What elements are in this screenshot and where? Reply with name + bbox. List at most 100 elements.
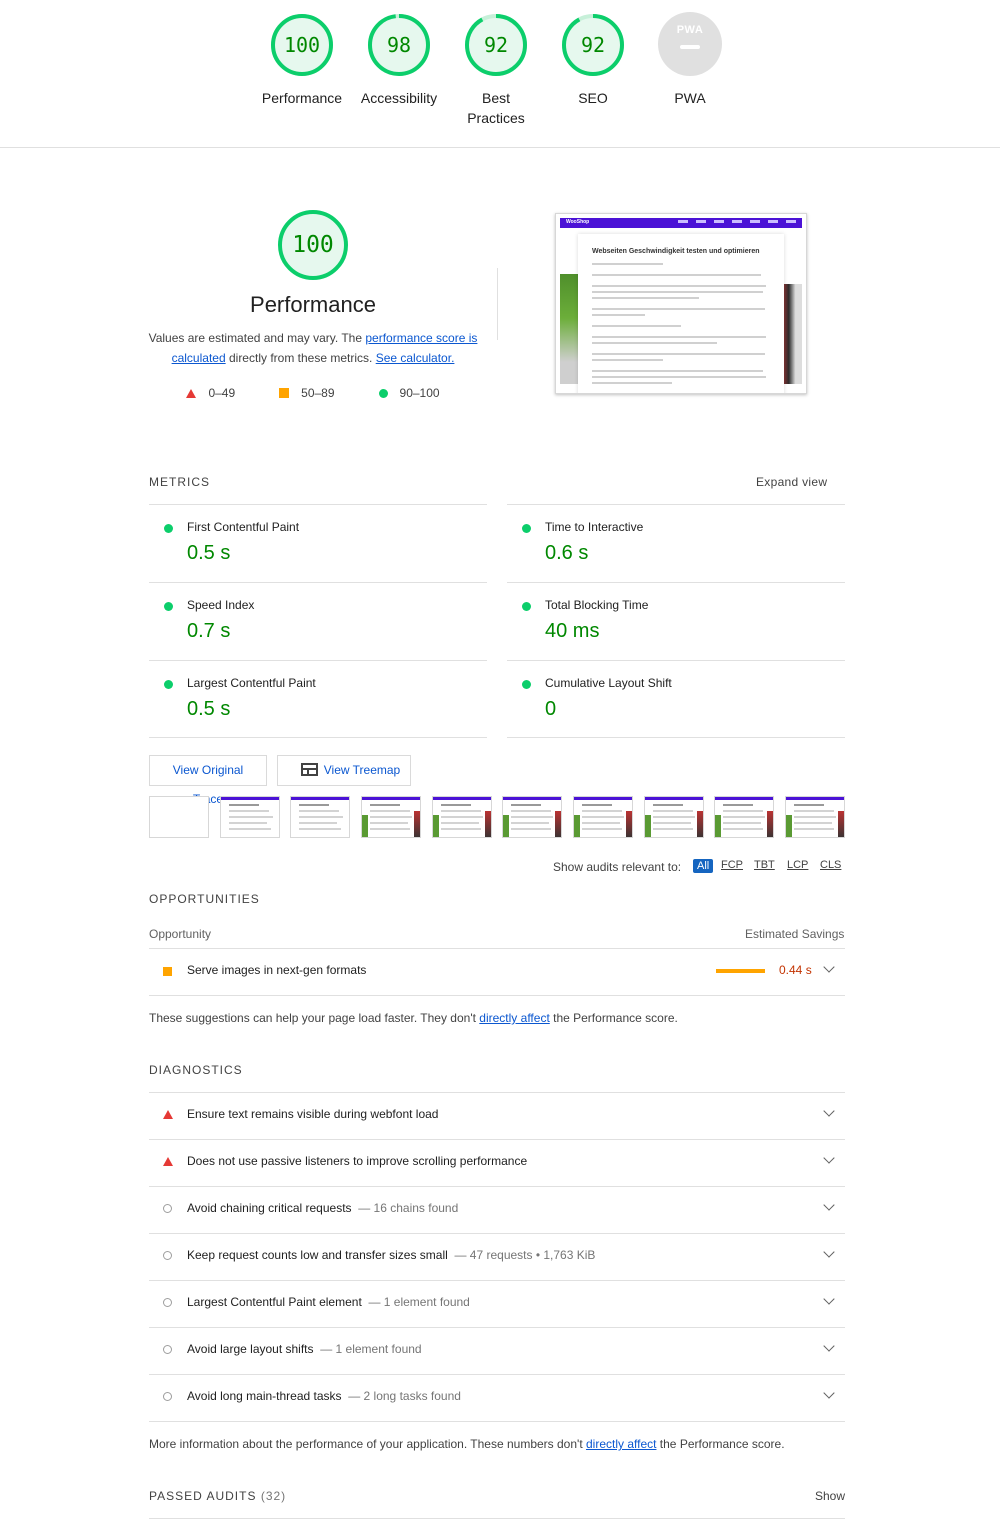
- metric-value: 0.5 s: [187, 542, 231, 564]
- filmstrip-frame: [714, 796, 774, 838]
- info-circle-icon: [163, 1392, 172, 1401]
- chevron-down-icon[interactable]: [823, 1387, 835, 1399]
- gauge-seo[interactable]: 92 SEO: [545, 12, 641, 108]
- diagnostic-row[interactable]: Ensure text remains visible during webfo…: [149, 1092, 845, 1138]
- divider: [149, 737, 487, 738]
- metric-value: 0: [545, 698, 557, 720]
- filter-chip-fcp[interactable]: FCP: [721, 859, 743, 871]
- opportunities-title: OPPORTUNITIES: [149, 892, 260, 906]
- savings-column-header: Estimated Savings: [745, 927, 845, 941]
- diagnostic-row[interactable]: Does not use passive listeners to improv…: [149, 1139, 845, 1185]
- gauge-accessibility[interactable]: 98 Accessibility: [351, 12, 447, 108]
- legend-fail: 0–49: [186, 386, 235, 400]
- pass-circle-icon: [164, 602, 173, 611]
- view-original-trace-button[interactable]: View Original Trace: [149, 755, 267, 806]
- pass-circle-icon: [522, 680, 531, 689]
- description-text: Values are estimated and may vary. The: [148, 331, 366, 345]
- legend-label: 90–100: [399, 386, 440, 400]
- fail-triangle-icon: [163, 1157, 173, 1166]
- gauge-performance[interactable]: 100 Performance: [254, 12, 350, 108]
- expand-view-toggle[interactable]: Expand view: [756, 475, 827, 489]
- legend-label: 50–89: [301, 386, 335, 400]
- metric-value: 0.6 s: [545, 542, 589, 564]
- gauge-ring: 100: [269, 12, 335, 78]
- chevron-down-icon[interactable]: [823, 961, 835, 973]
- chevron-down-icon[interactable]: [823, 1293, 835, 1305]
- diagnostic-row[interactable]: Avoid chaining critical requests — 16 ch…: [149, 1186, 845, 1232]
- directly-affect-link[interactable]: directly affect: [586, 1437, 656, 1451]
- average-square-icon: [279, 388, 290, 398]
- final-screenshot[interactable]: WooShop Webseiten Geschwindigkeit testen…: [555, 213, 807, 394]
- chevron-down-icon[interactable]: [823, 1152, 835, 1164]
- thumb-heading: Webseiten Geschwindigkeit testen und opt…: [592, 248, 760, 255]
- opportunity-row[interactable]: Serve images in next-gen formats 0.44 s: [149, 948, 845, 994]
- metric-name: Total Blocking Time: [545, 598, 649, 612]
- show-passed-audits-toggle[interactable]: Show: [815, 1489, 845, 1503]
- opportunities-note: These suggestions can help your page loa…: [149, 1011, 678, 1025]
- treemap-icon: [300, 763, 318, 776]
- audit-detail: — 1 element found: [320, 1342, 422, 1356]
- audit-title-text: Avoid large layout shifts: [187, 1342, 314, 1356]
- metric-speed-index: Speed Index 0.7 s: [149, 582, 487, 660]
- passed-audits-count: (32): [260, 1489, 287, 1503]
- audit-title-text: Avoid long main-thread tasks: [187, 1389, 342, 1403]
- audit-title: Largest Contentful Paint element — 1 ele…: [187, 1295, 470, 1309]
- chevron-down-icon[interactable]: [823, 1199, 835, 1211]
- audit-title-text: Keep request counts low and transfer siz…: [187, 1248, 448, 1262]
- filter-chip-lcp[interactable]: LCP: [787, 859, 808, 871]
- audit-detail: — 2 long tasks found: [348, 1389, 461, 1403]
- gauge-pwa[interactable]: PWA PWA: [642, 12, 738, 108]
- legend-average: 50–89: [279, 386, 335, 400]
- metric-name: Time to Interactive: [545, 520, 644, 534]
- gauge-score: 98: [386, 33, 412, 57]
- metric-value: 0.7 s: [187, 620, 231, 642]
- filter-chip-cls[interactable]: CLS: [820, 859, 841, 871]
- passed-audits-title: PASSED AUDITS: [149, 1489, 257, 1503]
- filter-chip-all[interactable]: All: [693, 859, 714, 873]
- divider: [149, 995, 845, 996]
- filmstrip-frame: [502, 796, 562, 838]
- chevron-down-icon[interactable]: [823, 1246, 835, 1258]
- metrics-title: METRICS: [149, 475, 210, 489]
- metric-cls: Cumulative Layout Shift 0: [507, 660, 845, 738]
- metric-name: Speed Index: [187, 598, 255, 612]
- pwa-badge-icon: PWA: [658, 12, 722, 76]
- diagnostic-row[interactable]: Keep request counts low and transfer siz…: [149, 1233, 845, 1279]
- passed-audits-header[interactable]: PASSED AUDITS (32): [149, 1489, 286, 1503]
- chevron-down-icon[interactable]: [823, 1340, 835, 1352]
- pass-circle-icon: [164, 524, 173, 533]
- directly-affect-link[interactable]: directly affect: [479, 1011, 549, 1025]
- pass-circle-icon: [378, 388, 388, 398]
- gauge-label: Accessibility: [360, 90, 438, 106]
- thumb-nav-links: [678, 220, 796, 223]
- savings-bar: [716, 969, 765, 973]
- audit-title: Ensure text remains visible during webfo…: [187, 1107, 439, 1121]
- performance-score: 100: [292, 232, 334, 258]
- see-calculator-link[interactable]: See calculator.: [376, 351, 455, 365]
- metric-tti: Time to Interactive 0.6 s: [507, 504, 845, 582]
- pwa-dash-icon: [680, 45, 700, 49]
- filter-chip-tbt[interactable]: TBT: [754, 859, 775, 871]
- note-text: the Performance score.: [656, 1437, 785, 1451]
- thumb-navbar: WooShop: [560, 218, 802, 228]
- audit-title: Avoid chaining critical requests — 16 ch…: [187, 1201, 458, 1215]
- performance-gauge: 100: [276, 208, 350, 282]
- metric-value: 0.5 s: [187, 698, 231, 720]
- view-treemap-button[interactable]: View Treemap: [277, 755, 411, 786]
- metric-tbt: Total Blocking Time 40 ms: [507, 582, 845, 660]
- filmstrip-frame: [361, 796, 421, 838]
- diagnostic-row[interactable]: Avoid large layout shifts — 1 element fo…: [149, 1327, 845, 1373]
- filmstrip-frame: [573, 796, 633, 838]
- gauge-label: SEO: [578, 90, 608, 106]
- thumb-article: Webseiten Geschwindigkeit testen und opt…: [578, 234, 784, 393]
- diagnostic-row[interactable]: Avoid long main-thread tasks — 2 long ta…: [149, 1374, 845, 1420]
- filmstrip-frame: [785, 796, 845, 838]
- audit-filter-label: Show audits relevant to:: [553, 860, 682, 874]
- filmstrip-frame: [149, 796, 209, 838]
- diagnostic-row[interactable]: Largest Contentful Paint element — 1 ele…: [149, 1280, 845, 1326]
- note-text: the Performance score.: [549, 1011, 678, 1025]
- audit-title-text: Largest Contentful Paint element: [187, 1295, 362, 1309]
- gauge-best-practices[interactable]: 92 Best Practices: [448, 12, 544, 128]
- gauge-ring: 98: [366, 12, 432, 78]
- chevron-down-icon[interactable]: [823, 1105, 835, 1117]
